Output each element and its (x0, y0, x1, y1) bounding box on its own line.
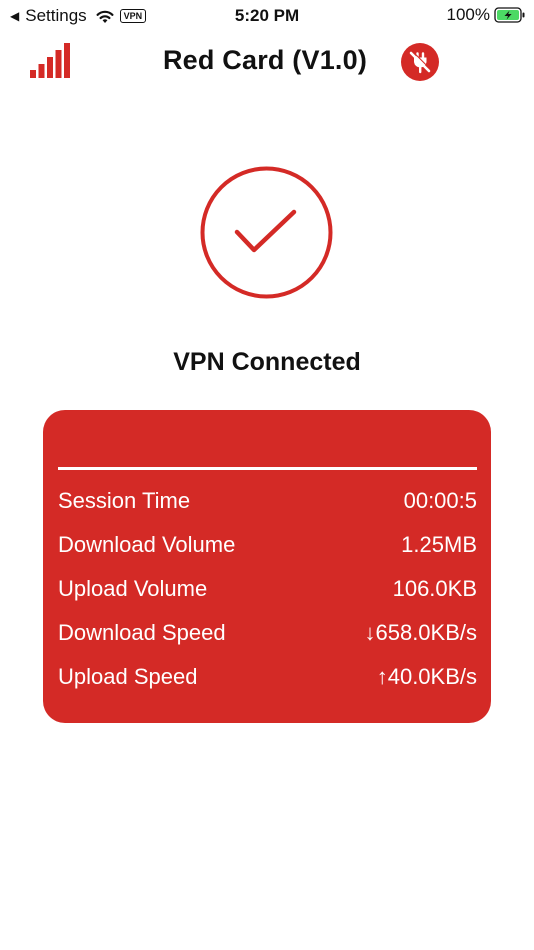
stat-row-upload-volume: Upload Volume 106.0KB (58, 574, 477, 604)
stat-value: ↑40.0KB/s (376, 664, 477, 689)
stat-label: Download Volume (58, 532, 236, 557)
stat-label: Download Speed (58, 620, 226, 645)
checkmark-icon (200, 166, 333, 299)
status-right: 100% (447, 5, 526, 25)
connection-status-text: VPN Connected (173, 348, 361, 376)
stat-value: 106.0KB (392, 576, 477, 601)
disconnect-button[interactable] (400, 42, 440, 82)
stat-row-download-volume: Download Volume 1.25MB (58, 530, 477, 560)
battery-charging-icon (494, 7, 526, 23)
status-bar: ◀ Settings VPN 5:20 PM 100% (0, 0, 534, 32)
unplug-icon (401, 43, 439, 81)
stat-value: 00:00:5 (403, 488, 477, 513)
stat-value: 1.25MB (401, 532, 477, 557)
stat-label: Session Time (58, 488, 191, 513)
battery-percent: 100% (446, 5, 490, 24)
app-header: Red Card (V1.0) (0, 36, 534, 88)
app-title: Red Card (V1.0) (162, 45, 368, 75)
stat-label: Upload Volume (58, 576, 208, 601)
connection-status-indicator[interactable] (200, 166, 333, 304)
stat-value: ↓658.0KB/s (364, 620, 477, 645)
stat-row-download-speed: Download Speed ↓658.0KB/s (58, 618, 477, 648)
card-divider (58, 467, 477, 470)
stat-label: Upload Speed (58, 664, 198, 689)
stats-card: Session Time 00:00:5 Download Volume 1.2… (43, 410, 491, 723)
stat-row-upload-speed: Upload Speed ↑40.0KB/s (58, 662, 477, 692)
stat-row-session-time: Session Time 00:00:5 (58, 486, 477, 516)
